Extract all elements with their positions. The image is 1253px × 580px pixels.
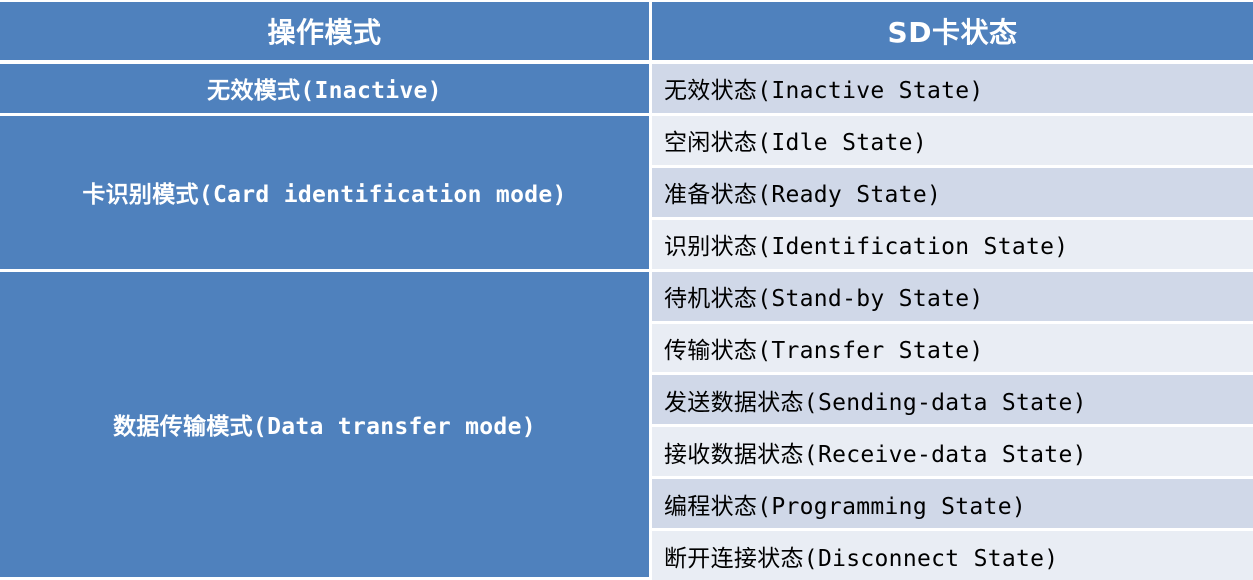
table-row: 卡识别模式(Card identification mode) 空闲状态(Idl… — [0, 115, 1253, 272]
state-cell: 传输状态(Transfer State) — [652, 323, 1253, 376]
header-operation-mode: 操作模式 — [0, 0, 652, 64]
header-row: 操作模式 SD卡状态 — [0, 0, 1253, 64]
table-row: 无效模式(Inactive) 无效状态(Inactive State) — [0, 64, 1253, 116]
state-cell: 断开连接状态(Disconnect State) — [652, 531, 1253, 580]
state-cell: 待机状态(Stand-by State) — [652, 271, 1253, 324]
state-cell: 空闲状态(Idle State) — [652, 115, 1253, 168]
state-cell: 编程状态(Programming State) — [652, 479, 1253, 532]
sd-state-table-figure: 操作模式 SD卡状态 无效模式(Inactive) 无效状态(Inactive … — [0, 0, 1253, 580]
state-cell: 准备状态(Ready State) — [652, 167, 1253, 220]
sd-state-table: 操作模式 SD卡状态 无效模式(Inactive) 无效状态(Inactive … — [0, 0, 1253, 580]
mode-cell-inactive: 无效模式(Inactive) — [0, 64, 652, 116]
state-cell: 识别状态(Identification State) — [652, 219, 1253, 272]
mode-cell-card-identification: 卡识别模式(Card identification mode) — [0, 115, 652, 272]
state-cell: 无效状态(Inactive State) — [652, 64, 1253, 116]
state-cell: 发送数据状态(Sending-data State) — [652, 375, 1253, 428]
state-cell: 接收数据状态(Receive-data State) — [652, 427, 1253, 480]
header-sd-card-state: SD卡状态 — [652, 0, 1253, 64]
table-row: 数据传输模式(Data transfer mode) 待机状态(Stand-by… — [0, 271, 1253, 580]
mode-cell-data-transfer: 数据传输模式(Data transfer mode) — [0, 271, 652, 580]
